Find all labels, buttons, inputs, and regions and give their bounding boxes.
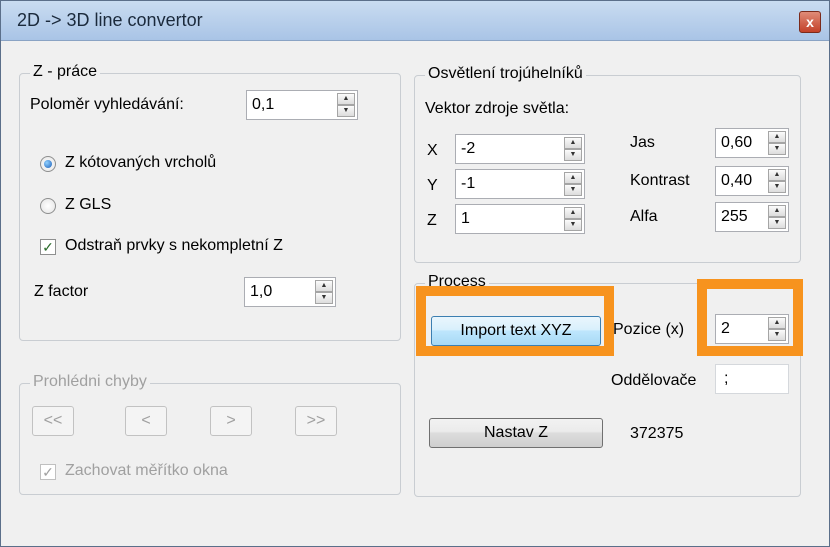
alfa-value: 255 [721, 208, 748, 225]
spin-up-icon[interactable]: ▲ [768, 169, 786, 181]
z-value: 1 [461, 210, 470, 227]
app-window: 2D -> 3D line convertor x Z - práce Polo… [0, 0, 830, 547]
vektor-label: Vektor zdroje světla: [425, 100, 570, 117]
import-highlight [416, 286, 614, 356]
window-title: 2D -> 3D line convertor [17, 10, 203, 30]
odstran-label: Odstraň prvky s nekompletní Z [65, 237, 283, 254]
x-value: -2 [461, 140, 476, 157]
spin-down-icon[interactable]: ▼ [564, 219, 582, 231]
x-spinner[interactable]: -2 ▲ ▼ [455, 134, 585, 164]
title-bar[interactable]: 2D -> 3D line convertor x [1, 1, 829, 41]
radio-kotovanych-label: Z kótovaných vrcholů [65, 154, 217, 171]
y-label: Y [427, 177, 438, 194]
oddelovace-input[interactable]: ; [715, 364, 789, 394]
chyby-group: Prohlédni chyby << < > >> ✓ Zachovat měř… [19, 373, 401, 495]
chyby-legend: Prohlédni chyby [30, 373, 150, 391]
point-count: 372375 [630, 425, 684, 442]
polomer-label: Poloměr vyhledávání: [30, 96, 184, 113]
y-value: -1 [461, 175, 476, 192]
odstran-checkbox[interactable]: ✓ [40, 239, 56, 255]
spin-up-icon[interactable]: ▲ [768, 205, 786, 217]
zfactor-label: Z factor [34, 283, 89, 300]
polomer-spinner[interactable]: 0,1 ▲ ▼ [246, 90, 358, 120]
spin-up-icon[interactable]: ▲ [315, 280, 333, 292]
first-button[interactable]: << [32, 406, 74, 436]
oddelovace-value: ; [724, 370, 729, 387]
x-label: X [427, 142, 438, 159]
oddelovace-label: Oddělovače [611, 372, 697, 389]
zfactor-value: 1,0 [250, 283, 273, 300]
spin-down-icon[interactable]: ▼ [564, 149, 582, 161]
jas-value: 0,60 [721, 134, 753, 151]
prev-button[interactable]: < [125, 406, 167, 436]
close-button[interactable]: x [799, 11, 821, 33]
radio-gls[interactable] [40, 198, 56, 214]
spin-up-icon[interactable]: ▲ [564, 172, 582, 184]
radio-gls-label: Z GLS [65, 196, 112, 213]
last-button[interactable]: >> [295, 406, 337, 436]
spin-up-icon[interactable]: ▲ [564, 207, 582, 219]
pozice-highlight [697, 279, 803, 356]
spin-down-icon[interactable]: ▼ [564, 184, 582, 196]
spin-up-icon[interactable]: ▲ [564, 137, 582, 149]
spin-down-icon[interactable]: ▼ [315, 292, 333, 304]
zfactor-spinner[interactable]: 1,0 ▲ ▼ [244, 277, 336, 307]
spin-up-icon[interactable]: ▲ [768, 131, 786, 143]
osvetleni-legend: Osvětlení trojúhelníků [425, 65, 586, 83]
z-spinner[interactable]: 1 ▲ ▼ [455, 204, 585, 234]
kontrast-label: Kontrast [630, 172, 690, 189]
jas-label: Jas [630, 134, 655, 151]
nastav-z-button[interactable]: Nastav Z [429, 418, 603, 448]
z-label: Z [427, 212, 437, 229]
polomer-value: 0,1 [252, 96, 275, 113]
next-button[interactable]: > [210, 406, 252, 436]
zprace-group: Z - práce Poloměr vyhledávání: 0,1 ▲ ▼ Z … [19, 63, 401, 341]
alfa-spinner[interactable]: 255 ▲ ▼ [715, 202, 789, 232]
zprace-legend: Z - práce [30, 63, 101, 81]
spin-up-icon[interactable]: ▲ [337, 93, 355, 105]
jas-spinner[interactable]: 0,60 ▲ ▼ [715, 128, 789, 158]
kontrast-value: 0,40 [721, 172, 753, 189]
spin-down-icon[interactable]: ▼ [768, 181, 786, 193]
kontrast-spinner[interactable]: 0,40 ▲ ▼ [715, 166, 789, 196]
zachovat-checkbox[interactable]: ✓ [40, 464, 56, 480]
spin-down-icon[interactable]: ▼ [337, 105, 355, 117]
alfa-label: Alfa [630, 208, 658, 225]
osvetleni-group: Osvětlení trojúhelníků Vektor zdroje svě… [414, 65, 801, 263]
spin-down-icon[interactable]: ▼ [768, 217, 786, 229]
y-spinner[interactable]: -1 ▲ ▼ [455, 169, 585, 199]
zachovat-label: Zachovat měřítko okna [65, 462, 228, 479]
spin-down-icon[interactable]: ▼ [768, 143, 786, 155]
pozice-label: Pozice (x) [613, 321, 685, 338]
radio-kotovanych[interactable] [40, 156, 56, 172]
